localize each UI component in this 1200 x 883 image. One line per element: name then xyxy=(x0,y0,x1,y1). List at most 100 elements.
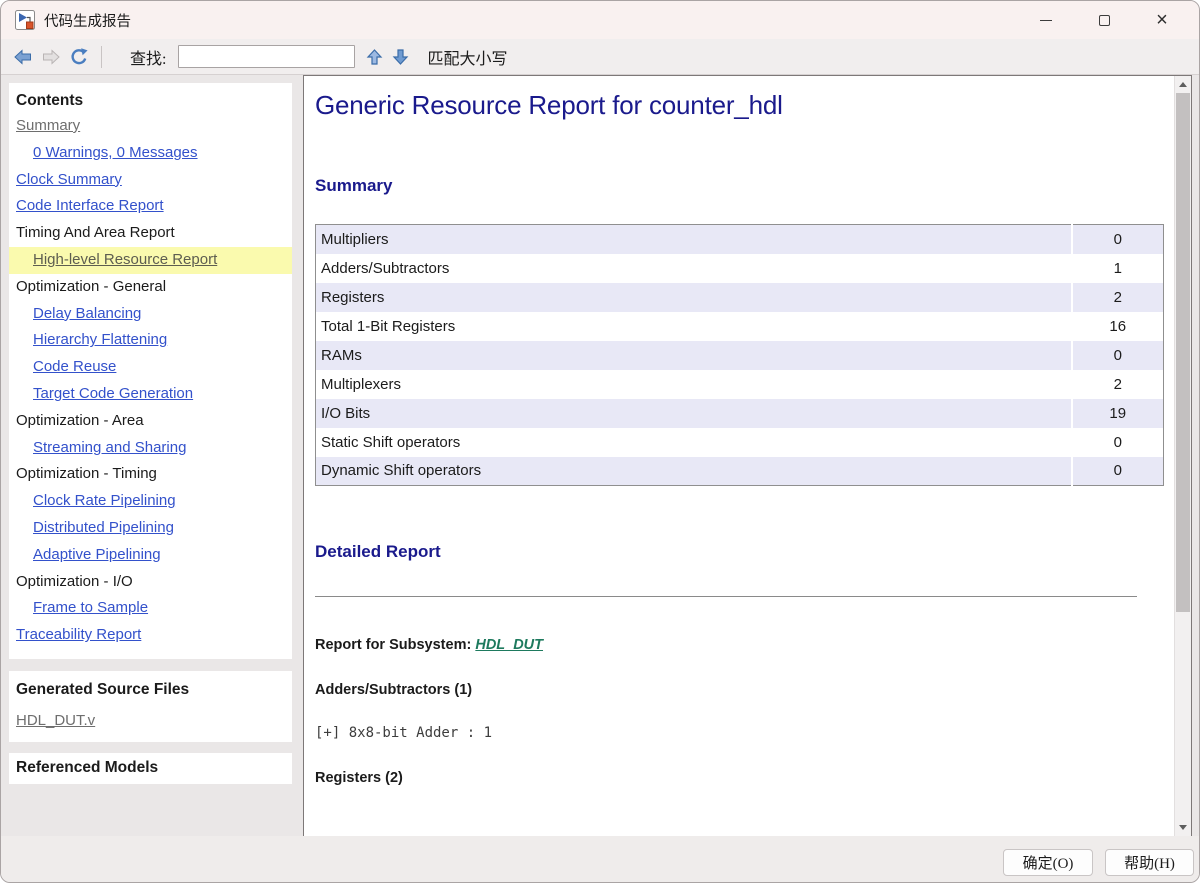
detail-section-heading: Adders/Subtractors (1) xyxy=(315,682,1147,698)
resource-value: 0 xyxy=(1072,225,1164,254)
divider xyxy=(315,596,1137,597)
generated-file-link[interactable]: HDL_DUT.v xyxy=(16,712,95,729)
referenced-models-panel: Referenced Models xyxy=(9,753,292,784)
sidebar-item-code-interface-report[interactable]: Code Interface Report xyxy=(9,193,292,220)
scrollbar-thumb[interactable] xyxy=(1176,93,1190,612)
resource-label: Registers xyxy=(316,283,1072,312)
sidebar-item-optimization-i-o: Optimization - I/O xyxy=(9,569,292,596)
detail-section-heading: Registers (2) xyxy=(315,770,1147,786)
sidebar-item-timing-and-area-report: Timing And Area Report xyxy=(9,220,292,247)
resource-label: Total 1-Bit Registers xyxy=(316,312,1072,341)
maximize-icon xyxy=(1099,15,1110,26)
summary-table: Multipliers0Adders/Subtractors1Registers… xyxy=(315,224,1164,486)
sidebar-item-clock-rate-pipelining[interactable]: Clock Rate Pipelining xyxy=(9,488,292,515)
match-case-toggle[interactable]: 匹配大小写 xyxy=(427,45,507,69)
toolbar-separator xyxy=(101,46,102,68)
refresh-button[interactable] xyxy=(65,43,93,71)
window-title: 代码生成报告 xyxy=(44,10,131,31)
sidebar-item-code-reuse[interactable]: Code Reuse xyxy=(9,354,292,381)
resource-value: 2 xyxy=(1072,283,1164,312)
sidebar-item-hierarchy-flattening[interactable]: Hierarchy Flattening xyxy=(9,327,292,354)
resource-value: 16 xyxy=(1072,312,1164,341)
sidebar-item-optimization-general: Optimization - General xyxy=(9,274,292,301)
help-button[interactable]: 帮助(H) xyxy=(1105,849,1194,876)
back-arrow-icon xyxy=(13,47,33,67)
resource-value: 0 xyxy=(1072,457,1164,486)
scroll-down-icon xyxy=(1179,825,1187,830)
vertical-scrollbar[interactable] xyxy=(1174,76,1191,836)
sidebar-item-traceability-report[interactable]: Traceability Report xyxy=(9,622,292,649)
summary-table-row: Dynamic Shift operators0 xyxy=(316,457,1164,486)
resource-label: Adders/Subtractors xyxy=(316,254,1072,283)
detail-section-entry: [+] 8x8-bit Adder : 1 xyxy=(315,725,1147,741)
sidebar-item-summary[interactable]: Summary xyxy=(9,113,292,140)
sidebar-item-optimization-timing: Optimization - Timing xyxy=(9,461,292,488)
contents-title: Contents xyxy=(9,89,292,113)
resource-value: 19 xyxy=(1072,399,1164,428)
resource-value: 2 xyxy=(1072,370,1164,399)
contents-nav-list: Summary0 Warnings, 0 MessagesClock Summa… xyxy=(9,113,292,649)
detailed-report-heading: Detailed Report xyxy=(315,542,1147,562)
close-icon: × xyxy=(1156,10,1168,30)
summary-table-row: Multiplexers2 xyxy=(316,370,1164,399)
subsystem-link[interactable]: HDL_DUT xyxy=(475,637,543,653)
sidebar-item-delay-balancing[interactable]: Delay Balancing xyxy=(9,301,292,328)
resource-label: Multiplexers xyxy=(316,370,1072,399)
find-toolbar: 查找: 匹配大小写 xyxy=(1,39,1199,75)
forward-button[interactable] xyxy=(37,43,65,71)
minimize-button[interactable] xyxy=(1017,1,1075,39)
summary-table-row: Multipliers0 xyxy=(316,225,1164,254)
sidebar-item-0-warnings-0-messages[interactable]: 0 Warnings, 0 Messages xyxy=(9,140,292,167)
summary-table-row: RAMs0 xyxy=(316,341,1164,370)
sidebar-item-adaptive-pipelining[interactable]: Adaptive Pipelining xyxy=(9,542,292,569)
code-generation-report-window: 代码生成报告 × xyxy=(0,0,1200,883)
sidebar-item-clock-summary[interactable]: Clock Summary xyxy=(9,167,292,194)
resource-value: 0 xyxy=(1072,428,1164,457)
summary-table-row: Static Shift operators0 xyxy=(316,428,1164,457)
back-button[interactable] xyxy=(9,43,37,71)
resource-label: RAMs xyxy=(316,341,1072,370)
sidebar-item-distributed-pipelining[interactable]: Distributed Pipelining xyxy=(9,515,292,542)
find-previous-button[interactable] xyxy=(361,44,387,70)
report-panel: Generic Resource Report for counter_hdl … xyxy=(303,75,1192,837)
titlebar: 代码生成报告 × xyxy=(1,1,1199,39)
resource-label: Dynamic Shift operators xyxy=(316,457,1072,486)
summary-table-row: Total 1-Bit Registers16 xyxy=(316,312,1164,341)
summary-table-row: I/O Bits19 xyxy=(316,399,1164,428)
sidebar-item-target-code-generation[interactable]: Target Code Generation xyxy=(9,381,292,408)
find-next-button[interactable] xyxy=(387,44,413,70)
forward-arrow-icon xyxy=(41,47,61,67)
resource-value: 1 xyxy=(1072,254,1164,283)
scrollbar-down-button[interactable] xyxy=(1175,819,1191,836)
report-title: Generic Resource Report for counter_hdl xyxy=(315,90,1147,121)
resource-label: Static Shift operators xyxy=(316,428,1072,457)
dialog-footer: 确定(O) 帮助(H) xyxy=(1,836,1199,882)
sidebar-item-optimization-area: Optimization - Area xyxy=(9,408,292,435)
sidebar-item-frame-to-sample[interactable]: Frame to Sample xyxy=(9,595,292,622)
generated-source-files-panel: Generated Source Files HDL_DUT.v xyxy=(9,671,292,742)
ok-button[interactable]: 确定(O) xyxy=(1003,849,1093,876)
maximize-button[interactable] xyxy=(1075,1,1133,39)
summary-table-row: Adders/Subtractors1 xyxy=(316,254,1164,283)
simulink-app-icon xyxy=(15,10,35,30)
find-input[interactable] xyxy=(178,45,355,68)
generated-source-files-title: Generated Source Files xyxy=(16,681,292,699)
contents-panel: Contents Summary0 Warnings, 0 MessagesCl… xyxy=(9,83,292,659)
detail-sections: Adders/Subtractors (1) [+] 8x8-bit Adder … xyxy=(315,682,1147,786)
scrollbar-up-button[interactable] xyxy=(1175,76,1191,93)
scroll-up-icon xyxy=(1179,82,1187,87)
resource-value: 0 xyxy=(1072,341,1164,370)
resource-label: Multipliers xyxy=(316,225,1072,254)
report-content: Generic Resource Report for counter_hdl … xyxy=(304,76,1173,836)
minimize-icon xyxy=(1040,20,1052,21)
summary-table-row: Registers2 xyxy=(316,283,1164,312)
close-button[interactable]: × xyxy=(1133,1,1191,39)
window-controls: × xyxy=(1017,1,1191,39)
sidebar-item-streaming-and-sharing[interactable]: Streaming and Sharing xyxy=(9,435,292,462)
refresh-icon xyxy=(69,47,89,67)
find-label: 查找: xyxy=(130,45,166,69)
sidebar-item-high-level-resource-report[interactable]: High-level Resource Report xyxy=(9,247,292,274)
subsystem-line: Report for Subsystem: HDL_DUT xyxy=(315,637,1147,653)
resource-label: I/O Bits xyxy=(316,399,1072,428)
up-arrow-icon xyxy=(366,48,383,66)
